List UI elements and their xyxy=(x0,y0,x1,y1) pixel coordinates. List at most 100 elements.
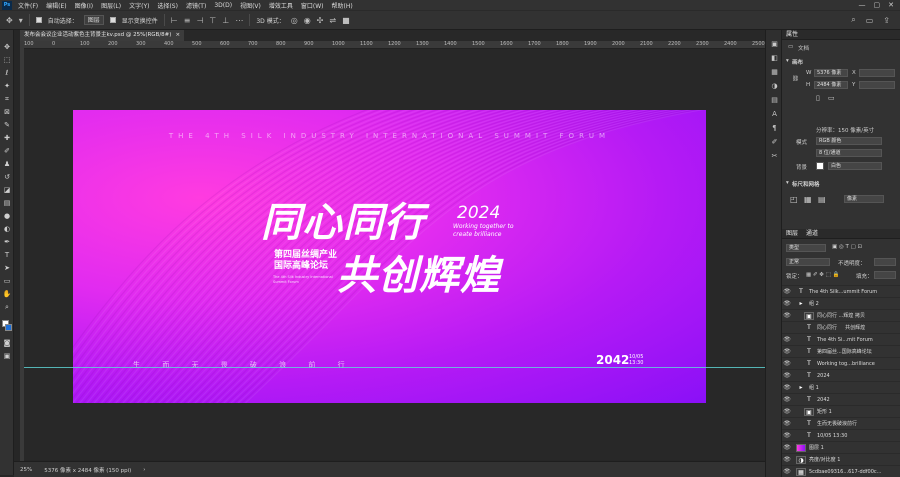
align-top-icon[interactable]: ⊤ xyxy=(209,16,216,25)
guide-line[interactable] xyxy=(24,367,765,368)
align-middle-icon[interactable]: ⊥ xyxy=(222,16,229,25)
layer-row[interactable]: 👁 ▸ 组 1 xyxy=(782,381,900,393)
share-icon[interactable]: ⇪ xyxy=(883,16,890,25)
visibility-eye-icon[interactable]: 👁 xyxy=(782,396,792,403)
rulers-section-toggle[interactable]: ▾ xyxy=(786,180,789,186)
visibility-eye-icon[interactable]: 👁 xyxy=(782,360,792,367)
stamp-tool-icon[interactable]: ♟ xyxy=(2,159,12,169)
blend-mode-dropdown[interactable]: 正常 xyxy=(786,258,830,266)
path-select-icon[interactable]: ➤ xyxy=(2,263,12,273)
move-tool-icon[interactable]: ✥ xyxy=(2,42,12,52)
dodge-tool-icon[interactable]: ◐ xyxy=(2,224,12,234)
pen-tool-icon[interactable]: ✒ xyxy=(2,237,12,247)
roll-3d-icon[interactable]: ◉ xyxy=(304,16,311,25)
grid-icon[interactable]: ▦ xyxy=(804,195,812,204)
blur-tool-icon[interactable]: ● xyxy=(2,211,12,221)
layer-row[interactable]: 👁 图层 1 xyxy=(782,441,900,453)
eyedropper-icon[interactable]: ✎ xyxy=(2,120,12,130)
visibility-eye-icon[interactable]: 👁 xyxy=(782,444,792,451)
menu-layer[interactable]: 图层(L) xyxy=(97,1,125,10)
layer-row[interactable]: 👁 T The 4th Si...mit Forum xyxy=(782,333,900,345)
menu-image[interactable]: 图像(I) xyxy=(71,1,97,10)
layer-filter-dropdown[interactable]: 类型 xyxy=(786,244,826,252)
gradient-tool-icon[interactable]: ▤ xyxy=(2,198,12,208)
tool-presets-icon[interactable]: ✂ xyxy=(769,152,780,162)
visibility-eye-icon[interactable]: 👁 xyxy=(782,468,792,475)
search-icon[interactable]: ⌕ xyxy=(851,15,855,25)
lock-icons[interactable]: ▦ ✐ ✥ ⬚ 🔒 xyxy=(806,272,839,278)
align-center-icon[interactable]: ≡ xyxy=(184,16,191,25)
hand-tool-icon[interactable]: ✋ xyxy=(2,289,12,299)
properties-tab[interactable]: 属性 xyxy=(782,30,900,40)
layer-row[interactable]: 👁 ▣ 同心同行 ...辉煌 拷贝 xyxy=(782,309,900,321)
visibility-eye-icon[interactable]: 👁 xyxy=(782,420,792,427)
pan-3d-icon[interactable]: ✣ xyxy=(317,16,324,25)
menu-plugins[interactable]: 增效工具 xyxy=(265,1,297,10)
lasso-tool-icon[interactable]: ℓ xyxy=(2,68,12,78)
history-brush-icon[interactable]: ↺ xyxy=(2,172,12,182)
visibility-eye-icon[interactable]: 👁 xyxy=(782,300,792,307)
eraser-tool-icon[interactable]: ◪ xyxy=(2,185,12,195)
menu-file[interactable]: 文件(F) xyxy=(14,1,42,10)
adjustments-icon[interactable]: ◑ xyxy=(769,82,780,92)
fill-field[interactable] xyxy=(874,271,896,279)
document-size[interactable]: 5376 像素 x 2484 像素 (150 ppi) xyxy=(44,466,131,474)
background-color-swatch[interactable] xyxy=(5,324,12,331)
screen-mode-icon[interactable]: ▣ xyxy=(2,351,12,361)
healing-brush-icon[interactable]: ✚ xyxy=(2,133,12,143)
brush-tool-icon[interactable]: ✐ xyxy=(2,146,12,156)
menu-select[interactable]: 选择(S) xyxy=(153,1,182,10)
align-right-icon[interactable]: ⊣ xyxy=(196,16,203,25)
width-field[interactable]: 5376 像素 xyxy=(814,69,848,77)
layer-row[interactable]: 👁 T 2042 xyxy=(782,393,900,405)
layer-row[interactable]: 👁 ▸ 组 2 xyxy=(782,297,900,309)
filter-icons[interactable]: ▣ ◎ T ▢ ⊡ xyxy=(832,244,862,250)
menu-3d[interactable]: 3D(D) xyxy=(210,2,236,9)
layer-row[interactable]: 👁 T Working tog...brilliance xyxy=(782,357,900,369)
chevron-right-icon[interactable]: › xyxy=(143,467,145,473)
maximize-icon[interactable]: ▢ xyxy=(874,1,881,9)
swatches-icon[interactable]: ▦ xyxy=(769,68,780,78)
chevron-down-icon[interactable]: ▾ xyxy=(19,16,23,25)
layer-row[interactable]: 👁 ▦ 5cdbae09316...617-ddf00c... xyxy=(782,465,900,477)
zoom-level[interactable]: 25% xyxy=(20,467,32,473)
units-dropdown[interactable]: 像素 xyxy=(844,195,884,203)
character-icon[interactable]: A xyxy=(769,110,780,120)
y-field[interactable] xyxy=(859,81,895,89)
opacity-field[interactable] xyxy=(874,258,896,266)
bit-depth-dropdown[interactable]: 8 位/通道 xyxy=(816,149,882,157)
menu-filter[interactable]: 滤镜(T) xyxy=(182,1,210,10)
ruler-icon[interactable]: ◰ xyxy=(790,195,798,204)
visibility-eye-icon[interactable]: 👁 xyxy=(782,348,792,355)
layer-row[interactable]: 👁 ◑ 亮度/对比度 1 xyxy=(782,453,900,465)
ps-logo[interactable]: Ps xyxy=(2,0,12,10)
menu-window[interactable]: 窗口(W) xyxy=(297,1,328,10)
layer-row[interactable]: 👁 T The 4th Silk...ummit Forum xyxy=(782,285,900,297)
layer-row[interactable]: 👁 T 10/05 13:30 xyxy=(782,429,900,441)
crop-tool-icon[interactable]: ⌗ xyxy=(2,94,12,104)
visibility-eye-icon[interactable]: 👁 xyxy=(782,408,792,415)
minimize-icon[interactable]: — xyxy=(859,1,866,9)
shape-tool-icon[interactable]: ▭ xyxy=(2,276,12,286)
color-icon[interactable]: ◧ xyxy=(769,54,780,64)
visibility-eye-icon[interactable]: 👁 xyxy=(782,372,792,379)
background-dropdown[interactable]: 白色 xyxy=(828,162,882,170)
layer-row[interactable]: 👁 T 第四届丝...国际高峰论坛 xyxy=(782,345,900,357)
menu-edit[interactable]: 编辑(E) xyxy=(42,1,70,10)
marquee-tool-icon[interactable]: ⬚ xyxy=(2,55,12,65)
canvas-section-toggle[interactable]: ▾ xyxy=(786,58,789,64)
visibility-eye-icon[interactable]: 👁 xyxy=(782,336,792,343)
zoom-tool-icon[interactable]: ⌕ xyxy=(2,302,12,312)
auto-select-dropdown[interactable]: 图层 xyxy=(83,15,104,25)
mode-dropdown[interactable]: RGB 颜色 xyxy=(816,137,882,145)
tab-layers[interactable]: 图层 xyxy=(786,229,798,238)
move-tool-icon[interactable]: ✥ xyxy=(6,16,13,25)
layer-row[interactable]: 👁 ▣ 矩形 1 xyxy=(782,405,900,417)
paragraph-icon[interactable]: ¶ xyxy=(769,124,780,134)
x-field[interactable] xyxy=(859,69,895,77)
orbit-3d-icon[interactable]: ◎ xyxy=(291,16,298,25)
type-tool-icon[interactable]: T xyxy=(2,250,12,260)
background-swatch[interactable] xyxy=(816,162,824,170)
workspace-icon[interactable]: ▭ xyxy=(866,16,874,25)
height-field[interactable]: 2484 像素 xyxy=(814,81,848,89)
